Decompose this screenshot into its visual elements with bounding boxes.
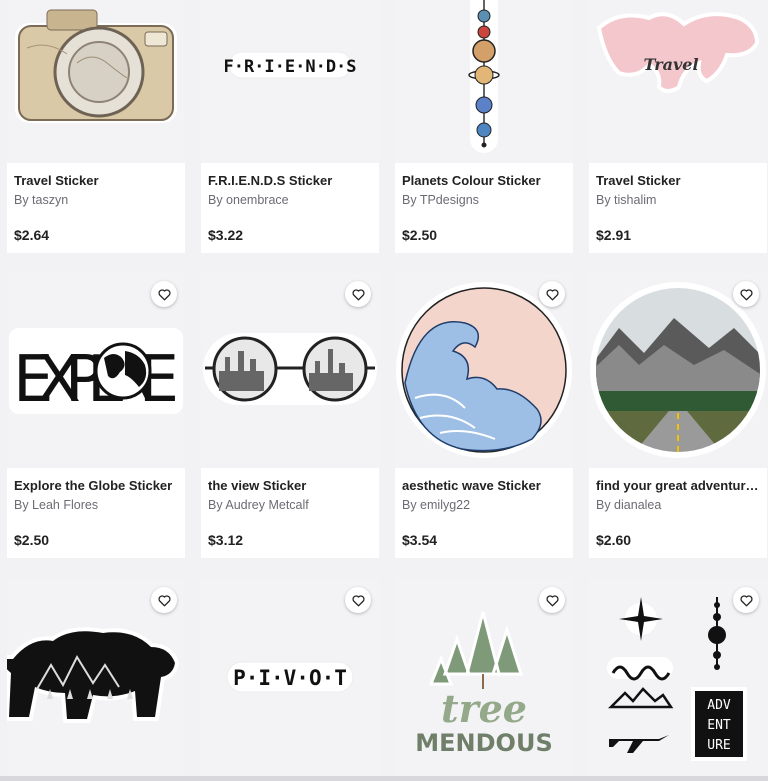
product-image[interactable]: [395, 0, 573, 163]
product-artist[interactable]: By taszyn: [14, 193, 179, 207]
product-title[interactable]: the view Sticker: [208, 478, 373, 493]
product-card[interactable]: F·R·I·E·N·D·S F.R.I.E.N.D.S Sticker By o…: [201, 0, 379, 253]
product-artist[interactable]: By Audrey Metcalf: [208, 498, 373, 512]
pivot-text: P·I·V·O·T: [233, 666, 347, 690]
product-card[interactable]: EXPL RE Explore the Globe Sticker By Lea…: [7, 273, 185, 558]
product-price: $2.91: [596, 227, 632, 243]
product-title[interactable]: aesthetic wave Sticker: [402, 478, 567, 493]
mendous-text: MENDOUS: [415, 729, 552, 757]
product-grid: Travel Sticker By taszyn $2.64 F·R·I·E·N…: [0, 0, 768, 781]
product-title[interactable]: Travel Sticker: [14, 173, 179, 188]
planets-line-icon: [708, 597, 726, 670]
product-image[interactable]: [589, 273, 767, 468]
heart-outline-icon: [545, 288, 559, 300]
product-card[interactable]: ADV ENT URE: [589, 579, 767, 776]
product-artist[interactable]: By Leah Flores: [14, 498, 179, 512]
product-image[interactable]: [395, 273, 573, 468]
mountains-icon: [607, 687, 674, 709]
product-card[interactable]: Travel Travel Sticker By tishalim $2.91: [589, 0, 767, 253]
airplane-icon: [609, 735, 669, 753]
product-card[interactable]: Planets Colour Sticker By TPdesigns $2.5…: [395, 0, 573, 253]
product-image[interactable]: P·I·V·O·T: [201, 579, 379, 776]
product-artist[interactable]: By TPdesigns: [402, 193, 567, 207]
product-price: $3.54: [402, 532, 438, 548]
product-artist[interactable]: By dianalea: [596, 498, 761, 512]
product-card[interactable]: Travel Sticker By taszyn $2.64: [7, 0, 185, 253]
product-image[interactable]: [201, 273, 379, 468]
product-title[interactable]: F.R.I.E.N.D.S Sticker: [208, 173, 373, 188]
vertical-planets-sticker: [468, 0, 500, 153]
adventure-text-1: ADV: [707, 698, 731, 713]
product-image[interactable]: Travel: [589, 0, 767, 163]
product-price: $3.22: [208, 227, 244, 243]
adventure-block: ADV ENT URE: [691, 687, 747, 761]
product-card[interactable]: find your great adventure Sticker By dia…: [589, 273, 767, 558]
adventure-text-3: URE: [707, 738, 730, 753]
favorite-button[interactable]: [539, 281, 565, 307]
favorite-button[interactable]: [151, 281, 177, 307]
product-price: $2.50: [402, 227, 438, 243]
friends-text: F·R·I·E·N·D·S: [223, 57, 356, 77]
heart-outline-icon: [739, 288, 753, 300]
heart-outline-icon: [157, 594, 171, 606]
heart-outline-icon: [351, 288, 365, 300]
favorite-button[interactable]: [151, 587, 177, 613]
product-card[interactable]: the view Sticker By Audrey Metcalf $3.12: [201, 273, 379, 558]
product-artist[interactable]: By tishalim: [596, 193, 761, 207]
product-title[interactable]: Explore the Globe Sticker: [14, 478, 179, 493]
favorite-button[interactable]: [733, 281, 759, 307]
product-price: $2.50: [14, 532, 50, 548]
product-card[interactable]: P·I·V·O·T: [201, 579, 379, 776]
product-image[interactable]: tree MENDOUS: [395, 579, 573, 776]
product-image[interactable]: [7, 579, 185, 776]
favorite-button[interactable]: [345, 281, 371, 307]
heart-outline-icon: [157, 288, 171, 300]
product-card[interactable]: [7, 579, 185, 776]
product-card[interactable]: tree MENDOUS: [395, 579, 573, 776]
product-artist[interactable]: By emilyg22: [402, 498, 567, 512]
vintage-map-camera-sticker: [15, 9, 177, 123]
pink-world-map-sticker: Travel: [596, 12, 760, 93]
product-title[interactable]: find your great adventure Sticker: [596, 478, 761, 493]
adventure-text-2: ENT: [707, 718, 731, 733]
product-price: $2.60: [596, 532, 632, 548]
compass-rose-icon: [619, 597, 663, 641]
product-price: $2.64: [14, 227, 50, 243]
waves-icon: [607, 657, 673, 681]
product-title[interactable]: Travel Sticker: [596, 173, 761, 188]
travel-script-text: Travel: [643, 55, 698, 74]
product-artist[interactable]: By onembrace: [208, 193, 373, 207]
heart-outline-icon: [739, 594, 753, 606]
favorite-button[interactable]: [539, 587, 565, 613]
product-title[interactable]: Planets Colour Sticker: [402, 173, 567, 188]
tree-text: tree: [441, 686, 527, 731]
heart-outline-icon: [545, 594, 559, 606]
favorite-button[interactable]: [345, 587, 371, 613]
heart-outline-icon: [351, 594, 365, 606]
product-price: $3.12: [208, 532, 244, 548]
product-image[interactable]: F·R·I·E·N·D·S: [201, 0, 379, 163]
favorite-button[interactable]: [733, 587, 759, 613]
product-image[interactable]: ADV ENT URE: [589, 579, 767, 776]
product-card[interactable]: aesthetic wave Sticker By emilyg22 $3.54: [395, 273, 573, 558]
product-image[interactable]: EXPL RE: [7, 273, 185, 468]
page-bottom-divider: [0, 776, 768, 781]
product-image[interactable]: [7, 0, 185, 163]
friends-logo-text: F·R·I·E·N·D·S: [223, 51, 357, 79]
